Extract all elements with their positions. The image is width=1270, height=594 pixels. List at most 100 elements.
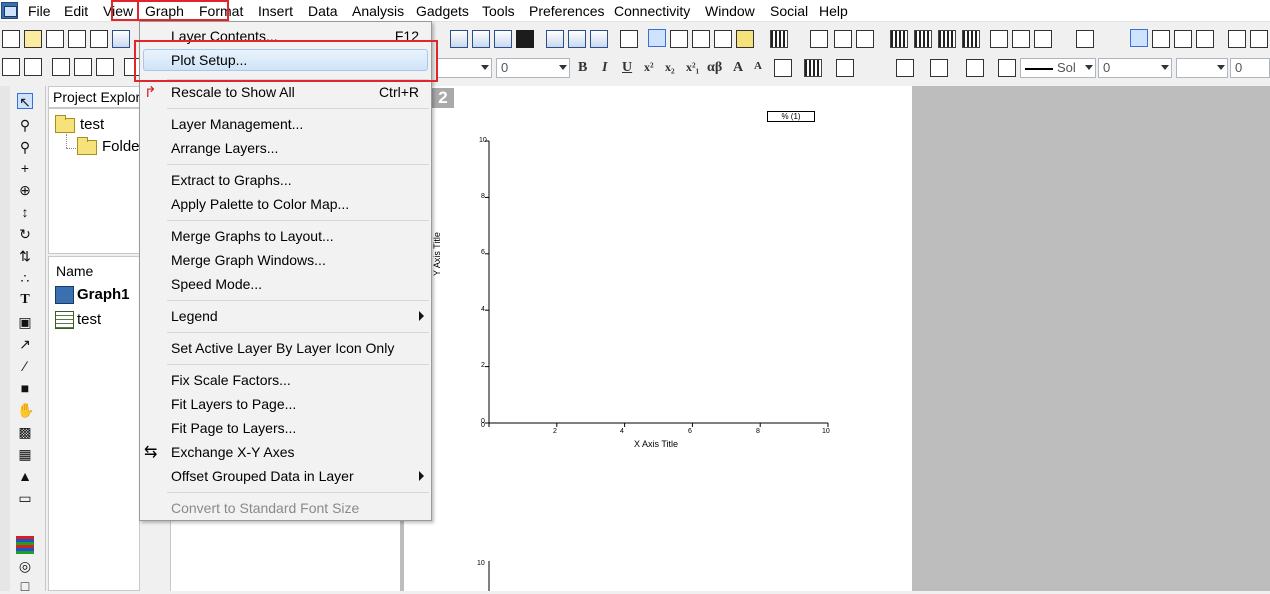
screen-reader-icon[interactable]: + (17, 160, 33, 176)
new-project-icon[interactable] (2, 30, 20, 48)
mask-icon[interactable]: ⇅ (17, 248, 33, 264)
menu-item-legend[interactable]: Legend (171, 308, 218, 324)
line-color-icon[interactable] (966, 59, 984, 77)
color-bar-icon[interactable] (16, 536, 34, 554)
import-wizard-icon[interactable] (24, 58, 42, 76)
menu-preferences[interactable]: Preferences (529, 3, 604, 19)
zoom-select-icon[interactable] (648, 29, 666, 47)
pattern-fill-icon[interactable] (930, 59, 948, 77)
table-icon[interactable] (692, 30, 710, 48)
rotate-icon[interactable]: ↻ (17, 226, 33, 242)
region-icon[interactable]: ▣ (17, 314, 33, 330)
menu-item-set-active-layer[interactable]: Set Active Layer By Layer Icon Only (171, 340, 394, 356)
print-icon[interactable] (450, 30, 468, 48)
filter-alt-icon[interactable] (1034, 30, 1052, 48)
menu-tools[interactable]: Tools (482, 3, 515, 19)
layer-icon[interactable] (546, 30, 564, 48)
app-icon[interactable] (1, 2, 18, 19)
tree-item-folder[interactable]: Folde (102, 138, 140, 155)
bottom-icon[interactable]: □ (17, 578, 33, 594)
data-reader-icon[interactable]: ⊕ (17, 182, 33, 198)
menu-item-fit-page-to-layers[interactable]: Fit Page to Layers... (171, 420, 296, 436)
import-multi-icon[interactable] (74, 58, 92, 76)
line-style-combo[interactable]: Sol (1020, 58, 1096, 78)
menu-item-fit-layers-to-page[interactable]: Fit Layers to Page... (171, 396, 296, 412)
pointer-icon[interactable]: ↖ (17, 93, 33, 110)
sum-icon[interactable] (810, 30, 828, 48)
rectangle-tool-icon[interactable]: ■ (17, 380, 33, 396)
gear-icon[interactable] (736, 30, 754, 48)
movie-icon[interactable] (516, 30, 534, 48)
sort-icon[interactable] (834, 30, 852, 48)
filter-icon[interactable] (990, 30, 1008, 48)
font-name-combo[interactable] (436, 58, 492, 78)
menu-item-merge-graph-windows[interactable]: Merge Graph Windows... (171, 252, 326, 268)
menu-help[interactable]: Help (819, 3, 848, 19)
histogram-icon[interactable] (914, 30, 932, 48)
pattern-icon[interactable] (804, 59, 822, 77)
draw-data-icon[interactable]: ∴ (17, 270, 33, 286)
new-workbook-icon[interactable] (46, 30, 64, 48)
cube-icon[interactable]: ▭ (17, 490, 33, 506)
italic-button[interactable]: I (602, 60, 607, 76)
stats-icon[interactable] (890, 30, 908, 48)
subscript-button[interactable]: x₂ (665, 60, 675, 75)
align-icon[interactable] (774, 59, 792, 77)
decrease-font-button[interactable]: A (754, 60, 762, 72)
fill-color-icon[interactable] (896, 59, 914, 77)
menu-item-rescale[interactable]: Rescale to Show All (171, 84, 295, 100)
prev-icon[interactable] (1250, 30, 1268, 48)
line-width-combo[interactable]: 0 (1098, 58, 1172, 78)
y-column-icon[interactable] (1130, 29, 1148, 47)
refresh-icon[interactable] (494, 30, 512, 48)
new-graph-icon[interactable] (90, 30, 108, 48)
help-icon[interactable] (714, 30, 732, 48)
lab-talk-icon[interactable]: ▩ (17, 424, 33, 440)
column-add-icon[interactable] (770, 30, 788, 48)
zoom-out-icon[interactable]: ⚲ (17, 139, 33, 155)
circle-icon[interactable]: ◎ (17, 558, 33, 574)
menu-window[interactable]: Window (705, 3, 755, 19)
bold-button[interactable]: B (578, 60, 587, 76)
underline-button[interactable]: U (622, 60, 632, 76)
insert-graph-icon[interactable]: ▦ (17, 446, 33, 462)
stack-alt-icon[interactable] (590, 30, 608, 48)
arrow-tool-icon[interactable]: ↗ (17, 336, 33, 352)
menu-item-speed-mode[interactable]: Speed Mode... (171, 276, 262, 292)
tree-item-test[interactable]: test (80, 116, 104, 133)
insert-3d-icon[interactable]: ▲ (17, 468, 33, 484)
menu-data[interactable]: Data (308, 3, 338, 19)
supersubscript-button[interactable]: x²₁ (686, 60, 699, 75)
new-function-icon[interactable] (112, 30, 130, 48)
zoom-in-icon[interactable]: ⚲ (17, 117, 33, 133)
menu-item-fix-scale-factors[interactable]: Fix Scale Factors... (171, 372, 291, 388)
menu-insert[interactable]: Insert (258, 3, 293, 19)
menu-gadgets[interactable]: Gadgets (416, 3, 469, 19)
increase-font-button[interactable]: A (733, 60, 743, 76)
menu-item-extract-to-graphs[interactable]: Extract to Graphs... (171, 172, 292, 188)
list-header-name[interactable]: Name (56, 263, 93, 279)
list-item-test[interactable]: test (77, 311, 101, 328)
menu-file[interactable]: File (28, 3, 51, 19)
bar-chart-icon[interactable] (938, 30, 956, 48)
symbol-icon[interactable] (998, 59, 1016, 77)
z-column-icon[interactable] (1152, 30, 1170, 48)
menu-edit[interactable]: Edit (64, 3, 88, 19)
menu-item-layer-management[interactable]: Layer Management... (171, 116, 303, 132)
none-column-icon[interactable] (1196, 30, 1214, 48)
open-icon[interactable] (24, 30, 42, 48)
first-icon[interactable] (1228, 30, 1246, 48)
menu-social[interactable]: Social (770, 3, 808, 19)
sort-alt-icon[interactable] (856, 30, 874, 48)
data-import-icon[interactable] (2, 58, 20, 76)
menu-connectivity[interactable]: Connectivity (614, 3, 690, 19)
import-single-icon[interactable] (96, 58, 114, 76)
export-icon[interactable] (472, 30, 490, 48)
tree-icon[interactable] (620, 30, 638, 48)
menu-item-convert-font-size[interactable]: Convert to Standard Font Size (171, 500, 359, 516)
text-tool-icon[interactable]: T (17, 292, 33, 308)
x-axis-title[interactable]: X Axis Title (634, 439, 678, 449)
filter-clear-icon[interactable] (1012, 30, 1030, 48)
font-size-combo[interactable]: 0 (496, 58, 570, 78)
zoom-icon[interactable] (670, 30, 688, 48)
